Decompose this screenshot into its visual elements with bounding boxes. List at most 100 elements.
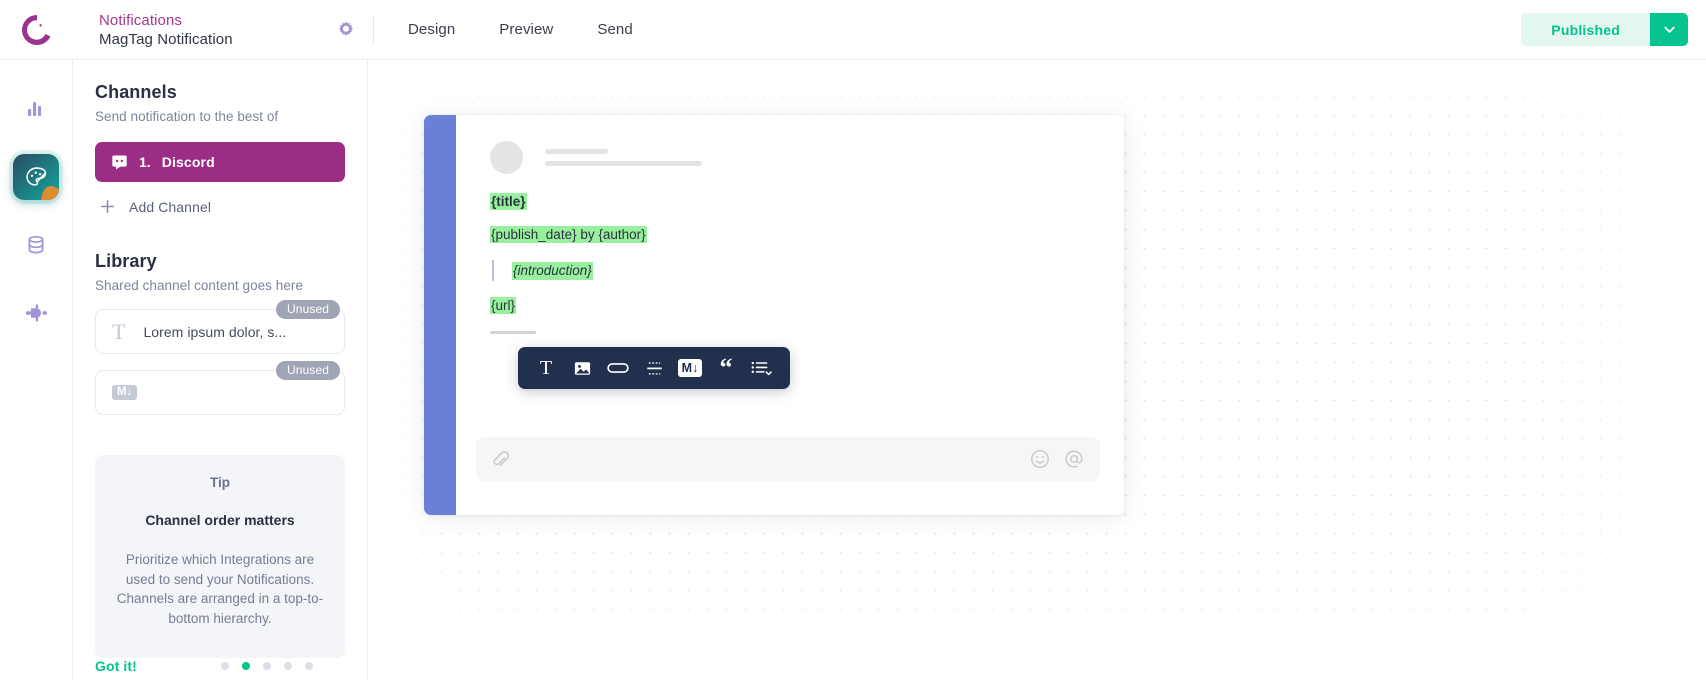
library-subtitle: Shared channel content goes here [95,278,304,293]
publish-dropdown-button[interactable] [1650,13,1688,46]
top-header: Notifications MagTag Notification Design… [0,0,1706,60]
block-insert-toolbar: T M↓ “ [518,347,790,389]
channels-title: Channels [95,82,177,102]
at-mention-icon[interactable] [1064,449,1084,469]
tip-pagination [220,662,313,670]
editor-line-title[interactable]: {title} [490,193,1098,210]
rich-text-editor[interactable]: {title} {publish_date} by {author} {intr… [490,193,1098,334]
pagination-dot-2[interactable] [241,662,250,670]
gear-icon [338,21,354,36]
avatar [490,141,523,174]
divider-icon [646,361,662,374]
status-badge: Unused [276,300,340,319]
plus-icon [101,200,114,213]
composer-actions [1030,449,1084,469]
toolbar-text-block-button[interactable]: T [528,347,564,389]
pagination-dot-5[interactable] [304,662,313,670]
markdown-icon: M↓ [112,384,138,401]
blockquote-bar [492,260,494,281]
paperclip-icon[interactable] [492,450,509,469]
toolbar-action-button-block-button[interactable] [600,347,636,389]
message-composer[interactable] [476,437,1100,481]
left-rail [0,60,73,680]
pagination-dot-4[interactable] [283,662,292,670]
tab-preview[interactable]: Preview [477,13,575,46]
message-author-skeleton [490,141,1098,174]
markdown-icon: M↓ [677,358,703,378]
meta-placeholder [545,161,702,166]
toolbar-quote-block-button[interactable]: “ [708,347,744,389]
chevron-down-icon [1663,26,1675,33]
toolbar-image-block-button[interactable] [564,347,600,389]
tip-footer: Got it! [73,658,367,680]
header-right: Published [1521,13,1706,46]
list-icon [751,361,772,376]
page-title: Notifications [99,11,183,29]
text-T-icon: T [539,357,553,379]
channel-index: 1. [139,154,151,170]
name-placeholder [545,149,608,154]
toolbar-divider-block-button[interactable] [636,347,672,389]
tab-design[interactable]: Design [386,13,477,46]
plug-integration-icon [26,304,47,322]
toolbar-markdown-block-button[interactable]: M↓ [672,347,708,389]
app-body: Channels Send notification to the best o… [0,60,1706,680]
pagination-dot-1[interactable] [220,662,229,670]
database-icon [28,235,44,254]
header-nav: Design Preview Send [386,13,655,46]
status-badge: Unused [276,361,340,380]
sidebar-item-designer[interactable] [13,154,59,200]
variable-token-title: {title} [490,193,527,210]
document-title-block: Notifications MagTag Notification [73,11,323,49]
tip-title: Channel order matters [145,512,295,528]
app-root: Notifications MagTag Notification Design… [0,0,1706,680]
library-item-label: Lorem ipsum dolor, s... [143,323,287,340]
card-accent-bar [424,115,456,515]
sidebar-item-data[interactable] [13,222,59,268]
courier-bird-logo-icon [21,14,50,45]
channels-subtitle: Send notification to the best of [95,109,279,124]
library-item-markdown[interactable]: M↓ Unused [95,361,345,415]
editor-divider-block [490,331,536,334]
variable-token-introduction: {introduction} [512,261,593,280]
got-it-button[interactable]: Got it! [95,658,137,674]
quote-icon: “ [719,353,733,383]
library-section: Library Shared channel content goes here… [73,251,367,415]
publish-status-group: Published [1521,13,1688,46]
app-logo[interactable] [0,0,73,60]
bar-chart-icon [28,102,42,116]
author-placeholder-lines [545,149,702,166]
channels-section: Channels Send notification to the best o… [73,82,367,215]
sidebar-item-integrations[interactable] [13,290,59,336]
editor-line-url[interactable]: {url} [490,297,1098,314]
published-button[interactable]: Published [1521,13,1650,46]
design-canvas[interactable]: {title} {publish_date} by {author} {intr… [368,60,1706,680]
variable-token-byline: {publish_date} by {author} [490,226,647,243]
discord-icon [112,155,127,169]
editor-line-byline[interactable]: {publish_date} by {author} [490,226,1098,243]
emoji-smiley-icon[interactable] [1030,449,1050,469]
settings-button[interactable] [323,20,369,40]
variable-token-url: {url} [490,297,517,314]
channel-item-discord[interactable]: 1. Discord [95,142,345,182]
toolbar-list-block-button[interactable] [744,347,780,389]
tip-card: Tip Channel order matters Prioritize whi… [95,455,345,658]
tip-body: Prioritize which Integrations are used t… [116,552,324,626]
card-body: {title} {publish_date} by {author} {intr… [456,115,1124,515]
library-title: Library [95,251,157,271]
add-channel-label: Add Channel [129,198,212,215]
message-preview-card: {title} {publish_date} by {author} {intr… [424,115,1124,515]
editor-line-introduction[interactable]: {introduction} [490,260,1098,281]
page-subtitle: MagTag Notification [99,30,233,48]
tip-kicker: Tip [210,475,230,490]
image-icon [574,361,590,375]
palette-design-icon [25,166,46,186]
tab-send[interactable]: Send [575,13,654,46]
library-item-text[interactable]: T Lorem ipsum dolor, s... Unused [95,300,345,354]
channel-name: Discord [161,154,215,170]
add-channel-button[interactable]: Add Channel [95,198,345,215]
button-pill-icon [607,363,629,373]
sidebar-item-analytics[interactable] [13,86,59,132]
header-divider [373,15,374,44]
pagination-dot-3[interactable] [262,662,271,670]
